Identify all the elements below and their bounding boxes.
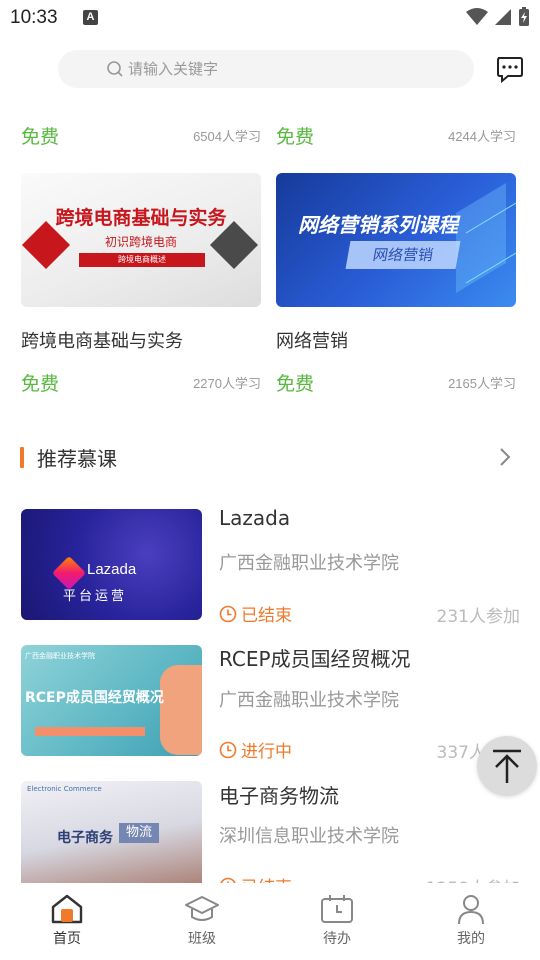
thumbnail-header: 广西金融职业技术学院: [25, 652, 95, 660]
nav-label: 我的: [457, 931, 485, 947]
course-card-price-row: 免费 2270人学习: [21, 369, 261, 396]
thumbnail-heading: 网络营销系列课程: [298, 213, 458, 237]
thumbnail-band: [35, 727, 145, 736]
stair-graphic: [456, 183, 516, 293]
arrow-up-icon: [493, 749, 521, 783]
mooc-status: 进行中: [219, 737, 292, 762]
decorative-shape: [160, 665, 202, 755]
nav-label: 首页: [53, 931, 81, 947]
battery-icon: [519, 7, 529, 26]
learner-count: 6504人学习: [193, 129, 261, 144]
signal-icon: [495, 9, 511, 25]
price-label: 免费: [21, 373, 60, 395]
status-time: 10:33: [10, 7, 58, 28]
search-bar[interactable]: [58, 50, 474, 88]
section-title: 推荐慕课: [37, 447, 117, 471]
mooc-status-label: 已结束: [241, 606, 292, 626]
chevron-right-icon[interactable]: [496, 446, 514, 468]
mooc-school: 深圳信息职业技术学院: [219, 826, 399, 847]
mooc-title[interactable]: RCEP成员国经贸概况: [219, 643, 411, 672]
clock-icon: [219, 741, 237, 758]
thumbnail-heading: RCEP成员国经贸概况: [25, 690, 164, 706]
thumbnail-brand: Lazada: [87, 561, 137, 578]
learner-count: 4244人学习: [448, 129, 516, 144]
profile-icon: [458, 895, 484, 925]
mooc-status: 已结束: [219, 601, 292, 626]
learner-count: 2165人学习: [448, 376, 516, 391]
mooc-status-label: 进行中: [241, 742, 292, 762]
course-title[interactable]: 跨境电商基础与实务: [21, 327, 183, 353]
course-card-price-row: 免费 4244人学习: [276, 122, 516, 149]
status-bar: 10:33 A: [0, 0, 540, 36]
mooc-title[interactable]: Lazada: [219, 506, 290, 530]
price-label: 免费: [276, 126, 315, 148]
price-label: 免费: [21, 126, 60, 148]
nav-item-class[interactable]: 班级: [152, 893, 252, 948]
mooc-title[interactable]: 电子商务物流: [219, 780, 339, 809]
nav-label: 待办: [323, 931, 351, 947]
clock-icon: [219, 605, 237, 622]
nav-label: 班级: [188, 931, 216, 947]
search-input[interactable]: [128, 50, 448, 88]
home-icon: [51, 894, 83, 924]
thumbnail-subheading: 平台运营: [63, 589, 128, 604]
nav-item-profile[interactable]: 我的: [421, 893, 521, 948]
search-icon: [107, 61, 123, 77]
course-title[interactable]: 网络营销: [276, 327, 348, 353]
nav-item-home[interactable]: 首页: [17, 893, 117, 948]
course-thumbnail[interactable]: 网络营销系列课程 网络营销: [276, 173, 516, 307]
message-icon[interactable]: [494, 54, 524, 84]
thumbnail-tag: 物流: [119, 823, 159, 843]
thumbnail-heading: 电子商务: [57, 830, 113, 846]
class-cap-icon: [185, 896, 219, 921]
bottom-nav: 首页 班级 待办 我的: [0, 883, 540, 960]
mooc-thumbnail[interactable]: Lazada 平台运营: [21, 509, 202, 620]
section-accent-bar: [20, 447, 24, 468]
thumbnail-heading: 跨境电商基础与实务: [55, 207, 227, 229]
notification-a-icon: A: [83, 10, 98, 25]
thumbnail-pill: 网络营销: [345, 241, 461, 269]
mooc-thumbnail[interactable]: 广西金融职业技术学院 RCEP成员国经贸概况: [21, 645, 202, 756]
thumbnail-band: 跨境电商概述: [79, 253, 205, 267]
mooc-school: 广西金融职业技术学院: [219, 690, 399, 711]
price-label: 免费: [276, 373, 315, 395]
course-card-price-row: 免费 6504人学习: [21, 122, 261, 149]
thumbnail-header: Electronic Commerce: [27, 785, 102, 793]
thumbnail-subheading: 初识跨境电商: [104, 235, 177, 249]
status-icons: [466, 6, 530, 28]
mooc-thumbnail[interactable]: Electronic Commerce 电子商务 物流: [21, 781, 202, 892]
back-to-top-button[interactable]: [477, 736, 537, 796]
wifi-icon: [466, 8, 488, 25]
participant-count: 231人参加: [436, 607, 520, 627]
learner-count: 2270人学习: [193, 376, 261, 391]
course-thumbnail[interactable]: 跨境电商基础与实务 初识跨境电商 跨境电商概述: [21, 173, 261, 307]
course-card-price-row: 免费 2165人学习: [276, 369, 516, 396]
nav-item-todo[interactable]: 待办: [287, 893, 387, 948]
mooc-school: 广西金融职业技术学院: [219, 553, 399, 574]
todo-calendar-icon: [321, 895, 353, 923]
